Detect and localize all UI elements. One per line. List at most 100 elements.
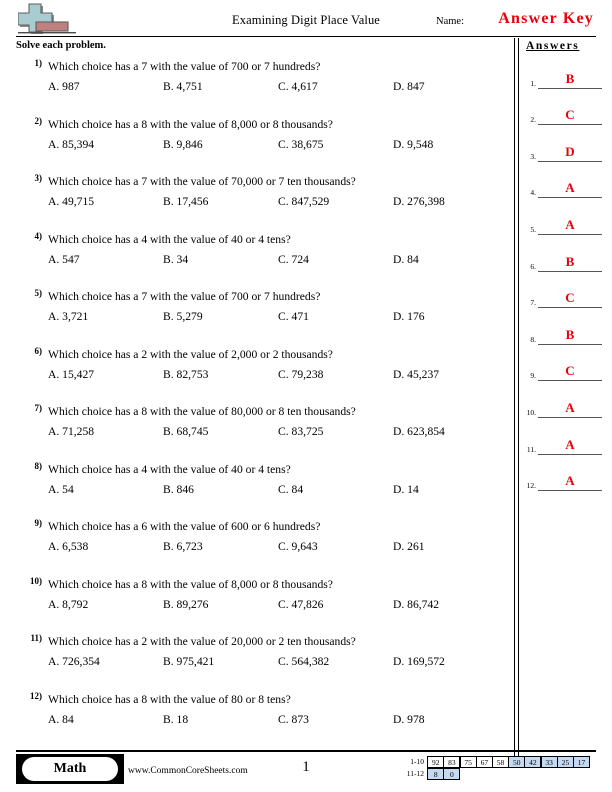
problem-choice[interactable]: C. 84 — [278, 483, 393, 496]
problem-number: 11) — [30, 633, 42, 643]
problem-choice[interactable]: C. 471 — [278, 310, 393, 323]
problem-item: 6) Which choice has a 2 with the value of… — [16, 346, 508, 404]
problem-choice[interactable]: A. 726,354 — [48, 655, 163, 668]
answer-value: A — [565, 399, 575, 415]
page-header: Examining Digit Place Value Name: Answer… — [0, 0, 612, 38]
problem-choice[interactable]: B. 4,751 — [163, 80, 278, 93]
problem-choices: A. 71,258 B. 68,745 C. 83,725 D. 623,854 — [48, 425, 508, 438]
problem-choice[interactable]: D. 45,237 — [393, 368, 508, 381]
problem-choice[interactable]: A. 3,721 — [48, 310, 163, 323]
grading-scale-row-1: 1-10 92 83 75 67 58 50 42 33 25 17 — [396, 756, 591, 768]
problem-choices: A. 726,354 B. 975,421 C. 564,382 D. 169,572 — [48, 655, 508, 668]
problem-choice[interactable]: D. 84 — [393, 253, 508, 266]
problem-choice[interactable]: A. 8,792 — [48, 598, 163, 611]
answers-divider-outer — [514, 38, 515, 768]
problem-choice[interactable]: D. 261 — [393, 540, 508, 553]
answer-value: D — [565, 143, 575, 159]
problem-choice[interactable]: B. 89,276 — [163, 598, 278, 611]
grading-scale-cell: 58 — [492, 756, 510, 768]
answer-number: 3. — [530, 151, 536, 161]
problem-choice[interactable]: B. 6,723 — [163, 540, 278, 553]
problem-choice[interactable]: C. 4,617 — [278, 80, 393, 93]
problem-choice[interactable]: A. 71,258 — [48, 425, 163, 438]
problem-question: Which choice has a 8 with the value of 8… — [48, 117, 333, 131]
problem-choice[interactable]: D. 169,572 — [393, 655, 508, 668]
grading-scale-cell: 50 — [508, 756, 526, 768]
problem-number: 2) — [34, 115, 43, 126]
problem-choice[interactable]: B. 17,456 — [163, 195, 278, 208]
problem-choice[interactable]: B. 975,421 — [163, 655, 278, 668]
problem-choice[interactable]: B. 9,846 — [163, 138, 278, 151]
answer-number: 10. — [526, 407, 536, 417]
answer-number: 2. — [530, 115, 536, 125]
problem-choice[interactable]: C. 47,826 — [278, 598, 393, 611]
problem-choice[interactable]: D. 276,398 — [393, 195, 508, 208]
problem-choice[interactable]: A. 49,715 — [48, 195, 163, 208]
problem-choice[interactable]: C. 79,238 — [278, 368, 393, 381]
problem-question: Which choice has a 2 with the value of 2… — [48, 347, 333, 361]
problem-choice[interactable]: D. 14 — [393, 483, 508, 496]
answer-number: 5. — [530, 224, 536, 234]
answer-number: 8. — [530, 334, 536, 344]
problem-choice[interactable]: B. 846 — [163, 483, 278, 496]
problem-choice[interactable]: D. 176 — [393, 310, 508, 323]
problem-choice[interactable]: C. 873 — [278, 713, 393, 726]
problem-choices: A. 987 B. 4,751 C. 4,617 D. 847 — [48, 80, 508, 93]
problem-choice[interactable]: A. 54 — [48, 483, 163, 496]
problem-choices: A. 3,721 B. 5,279 C. 471 D. 176 — [48, 310, 508, 323]
problem-choice[interactable]: D. 847 — [393, 80, 508, 93]
problem-question: Which choice has a 7 with the value of 7… — [48, 60, 321, 73]
problem-question: Which choice has a 6 with the value of 6… — [48, 520, 321, 533]
answer-row: 9. C — [522, 345, 610, 382]
problem-choice[interactable]: C. 83,725 — [278, 425, 393, 438]
problem-item: 12) Which choice has a 8 with the value o… — [16, 691, 508, 749]
problem-number: 10) — [30, 575, 42, 586]
grading-scale-row-1-cells: 92 83 75 67 58 50 42 33 25 17 — [427, 756, 591, 768]
problem-choice[interactable]: A. 547 — [48, 253, 163, 266]
problem-choice[interactable]: D. 86,742 — [393, 598, 508, 611]
answer-value: B — [565, 326, 575, 342]
answer-value: A — [565, 436, 575, 452]
problems-list: 1) Which choice has a 7 with the value of… — [16, 58, 508, 748]
problem-choice[interactable]: A. 6,538 — [48, 540, 163, 553]
problem-choices: A. 547 B. 34 C. 724 D. 84 — [48, 253, 508, 266]
problem-choice[interactable]: C. 724 — [278, 253, 393, 266]
problem-number: 3) — [34, 173, 43, 183]
problem-item: 7) Which choice has a 8 with the value of… — [16, 403, 508, 461]
answer-row: 2. C — [522, 89, 610, 126]
problem-choice[interactable]: A. 84 — [48, 713, 163, 726]
grading-scale-cell: 92 — [427, 756, 445, 768]
answer-row: 1. B — [522, 52, 610, 89]
problem-choice[interactable]: A. 987 — [48, 80, 163, 93]
answer-row: 4. A — [522, 162, 610, 199]
problem-number: 8) — [34, 460, 43, 471]
answer-number: 11. — [526, 444, 536, 454]
problem-choice[interactable]: A. 15,427 — [48, 368, 163, 381]
answer-value: A — [565, 180, 575, 196]
problem-choice[interactable]: D. 623,854 — [393, 425, 508, 438]
answer-blank-line[interactable] — [538, 490, 602, 492]
problem-question: Which choice has a 8 with the value of 8… — [48, 405, 356, 418]
problem-item: 5) Which choice has a 7 with the value of… — [16, 288, 508, 346]
answer-value: B — [565, 253, 575, 269]
answer-value: A — [565, 473, 575, 489]
problem-choices: A. 49,715 B. 17,456 C. 847,529 D. 276,398 — [48, 195, 508, 208]
problem-choice[interactable]: C. 564,382 — [278, 655, 393, 668]
problem-choice[interactable]: C. 38,675 — [278, 138, 393, 151]
problem-choice[interactable]: D. 9,548 — [393, 138, 508, 151]
problem-choice[interactable]: C. 9,643 — [278, 540, 393, 553]
problem-choice[interactable]: B. 82,753 — [163, 368, 278, 381]
problem-item: 9) Which choice has a 6 with the value of… — [16, 518, 508, 576]
grading-scale-cell: 33 — [540, 756, 558, 768]
problem-choice[interactable]: D. 978 — [393, 713, 508, 726]
answer-value: C — [565, 363, 575, 379]
grading-scale-cell: 17 — [573, 756, 591, 768]
problem-choice[interactable]: C. 847,529 — [278, 195, 393, 208]
problem-choice[interactable]: A. 85,394 — [48, 138, 163, 151]
problem-choice[interactable]: B. 34 — [163, 253, 278, 266]
problem-choices: A. 84 B. 18 C. 873 D. 978 — [48, 713, 508, 726]
grading-scale-cell: 42 — [524, 756, 542, 768]
problem-choice[interactable]: B. 68,745 — [163, 425, 278, 438]
problem-choice[interactable]: B. 18 — [163, 713, 278, 726]
problem-choice[interactable]: B. 5,279 — [163, 310, 278, 323]
